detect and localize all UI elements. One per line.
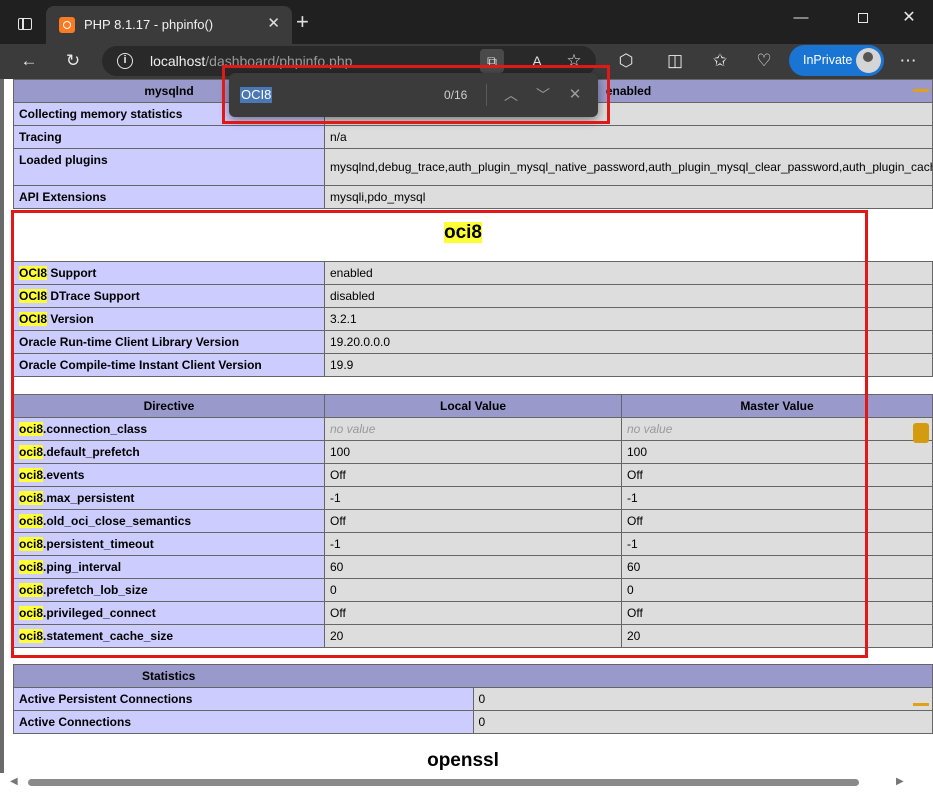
row-label: Loaded plugins [13, 148, 325, 186]
table-row: Active Persistent Connections 0 [13, 687, 933, 711]
table-row: Loaded plugins mysqlnd,debug_trace,auth_… [13, 148, 933, 186]
statistics-header: Statistics [13, 664, 933, 688]
new-tab-icon[interactable]: + [296, 11, 309, 33]
scroll-find-marker [913, 89, 929, 92]
inprivate-button[interactable]: InPrivate [789, 45, 884, 76]
openssl-section-title: openssl [427, 750, 499, 771]
back-icon[interactable]: ← [17, 49, 41, 73]
table-row: Active Connections 0 [13, 710, 933, 734]
row-label: Tracing [13, 125, 325, 149]
xampp-favicon-icon [59, 17, 75, 33]
table-row: API Extensions mysqli,pdo_mysql [13, 185, 933, 209]
minimize-button[interactable]: — [786, 8, 816, 28]
row-value: n/a [324, 125, 933, 149]
find-bar-annotation-box [222, 65, 610, 124]
horizontal-scrollbar[interactable]: ◀ ▶ [0, 773, 933, 793]
page-viewport: mysqlnd enabled Collecting memory statis… [0, 79, 933, 793]
row-value: 0 [472, 710, 933, 734]
tab-actions-icon[interactable] [12, 12, 38, 36]
close-window-button[interactable]: ✕ [894, 8, 924, 28]
row-label: Active Connections [13, 710, 474, 734]
settings-menu-icon[interactable]: ⋯ [896, 49, 920, 73]
row-label: Active Persistent Connections [13, 687, 474, 711]
table-row: Tracing n/a [13, 125, 933, 149]
window-left-edge [0, 79, 4, 793]
vertical-scroll-thumb[interactable] [913, 423, 929, 443]
title-bar: PHP 8.1.17 - phpinfo() ✕ + — ✕ [0, 0, 933, 44]
refresh-icon[interactable]: ↻ [61, 49, 85, 73]
extensions-icon[interactable]: ⬡ [614, 49, 638, 73]
favorites-icon[interactable]: ✩ [708, 49, 732, 73]
avatar [856, 48, 881, 73]
tab-phpinfo[interactable]: PHP 8.1.17 - phpinfo() ✕ [46, 6, 292, 44]
scroll-right-icon[interactable]: ▶ [896, 776, 904, 787]
row-value: mysqli,pdo_mysql [324, 185, 933, 209]
maximize-button[interactable] [848, 8, 878, 28]
horizontal-scroll-thumb[interactable] [28, 779, 859, 786]
site-info-icon[interactable]: i [117, 53, 133, 69]
row-value: mysqlnd,debug_trace,auth_plugin_mysql_na… [324, 148, 933, 186]
split-screen-icon[interactable]: ◫ [663, 49, 687, 73]
row-value: 0 [472, 687, 933, 711]
tab-close-icon[interactable]: ✕ [267, 16, 280, 32]
browser-essentials-icon[interactable]: ♡ [752, 49, 776, 73]
scroll-left-icon[interactable]: ◀ [10, 776, 18, 787]
inprivate-label: InPrivate [803, 53, 853, 67]
oci8-statistics-table: Statistics Active Persistent Connections… [13, 664, 933, 734]
scroll-find-marker [913, 703, 929, 706]
tab-title: PHP 8.1.17 - phpinfo() [84, 17, 214, 32]
oci8-annotation-box [11, 210, 868, 658]
row-label: API Extensions [13, 185, 325, 209]
